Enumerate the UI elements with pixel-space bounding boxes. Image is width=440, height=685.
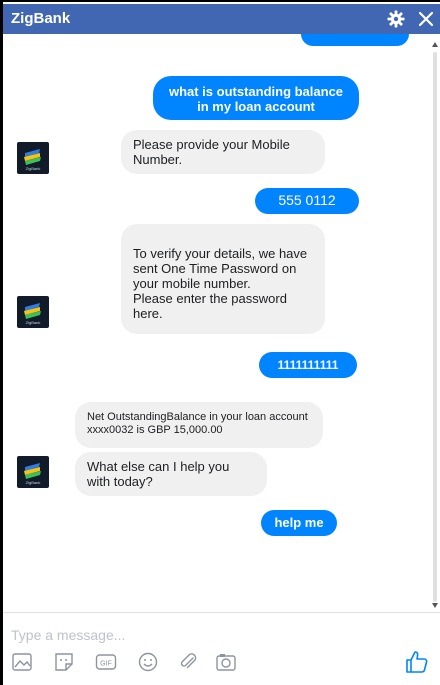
message-bubble-bot: Net OutstandingBalance in your loan acco… — [75, 402, 323, 448]
message-input[interactable] — [11, 623, 391, 647]
avatar: ZigBank — [17, 456, 49, 488]
chat-scrollbar[interactable] — [431, 34, 440, 612]
camera-icon[interactable] — [215, 651, 237, 673]
window-title: ZigBank — [11, 10, 71, 27]
close-icon[interactable] — [416, 9, 436, 29]
scroll-thumb[interactable] — [433, 52, 437, 602]
avatar-caption: ZigBank — [25, 166, 41, 171]
scroll-down-arrow-icon[interactable] — [432, 603, 438, 608]
message-bubble-user: what is outstanding balance in my loan a… — [153, 76, 359, 120]
gear-icon[interactable] — [386, 9, 406, 29]
message-text: 555 0112 — [278, 192, 336, 208]
message-bubble-bot: Please provide your Mobile Number. — [121, 130, 325, 174]
emoji-icon[interactable] — [137, 651, 159, 673]
avatar: ZigBank — [17, 296, 49, 328]
message-text: Net OutstandingBalance in your loan acco… — [87, 411, 308, 436]
message-bubble-bot: To verify your details, we have sent One… — [121, 224, 325, 334]
gif-icon[interactable]: GIF — [95, 651, 117, 673]
image-icon[interactable] — [11, 651, 33, 673]
message-text: what is outstanding balance in my loan a… — [168, 84, 344, 114]
message-text: Please provide your Mobile Number. — [133, 137, 290, 167]
message-bubble-bot: What else can I help you with today? — [75, 452, 267, 496]
message-text: 1111111111 — [277, 358, 339, 372]
attachment-icon[interactable] — [177, 651, 199, 673]
scroll-up-arrow-icon[interactable] — [432, 42, 438, 47]
svg-text:GIF: GIF — [100, 661, 112, 668]
message-text: To verify your details, we have sent One… — [133, 246, 308, 321]
thumbs-up-icon[interactable] — [404, 649, 430, 675]
previous-message-bubble — [301, 34, 409, 46]
sticker-icon[interactable] — [53, 651, 75, 673]
avatar-caption: ZigBank — [25, 320, 41, 325]
message-bubble-user: 1111111111 — [259, 352, 357, 378]
message-list[interactable]: what is outstanding balance in my loan a… — [3, 34, 431, 612]
avatar: ZigBank — [17, 142, 49, 174]
message-text: What else can I help you with today? — [87, 459, 230, 489]
message-bubble-user: help me — [261, 510, 337, 536]
message-text: help me — [274, 515, 324, 530]
message-bubble-user: 555 0112 — [255, 188, 359, 214]
avatar-caption: ZigBank — [25, 480, 41, 485]
chat-header: ZigBank — [3, 4, 440, 34]
message-composer: GIF — [3, 612, 440, 685]
